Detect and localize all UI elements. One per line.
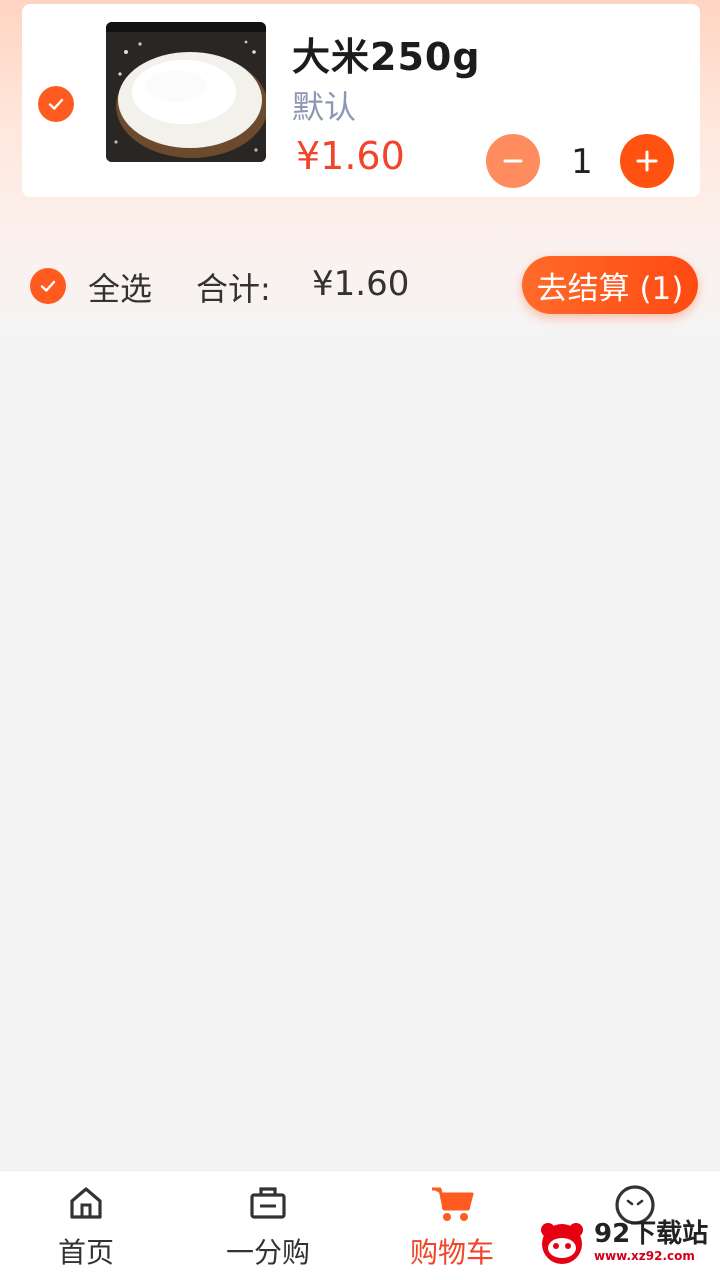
- home-icon: [70, 1187, 102, 1219]
- minus-icon: [503, 159, 523, 163]
- tab-one-cent-buy[interactable]: 一分购: [178, 1177, 358, 1277]
- rice-bowl-image: [106, 22, 266, 162]
- product-spec: 默认: [292, 88, 357, 126]
- quantity-value: 1: [571, 142, 593, 182]
- product-name[interactable]: 大米250g: [292, 26, 481, 81]
- select-all-checkbox[interactable]: [30, 268, 66, 304]
- quantity-decrease-button[interactable]: [486, 134, 540, 188]
- product-price: ¥1.60: [296, 134, 405, 178]
- tab-home-label: 首页: [57, 1236, 114, 1269]
- item-select-checkbox[interactable]: [38, 86, 74, 122]
- total-label: 合计:: [196, 270, 271, 308]
- watermark-url: www.xz92.com: [594, 1249, 695, 1263]
- check-icon: [48, 98, 64, 110]
- watermark-logo: 92下载站 www.xz92.com: [536, 1212, 716, 1272]
- quantity-increase-button[interactable]: [620, 134, 674, 188]
- watermark-title: 92下载站: [594, 1219, 709, 1249]
- shop-icon: [250, 1187, 286, 1219]
- cart-item-card: 大米250g 默认 ¥1.60 1: [22, 4, 700, 197]
- checkout-button[interactable]: 去结算 (1): [522, 256, 698, 314]
- total-amount: ¥1.60: [312, 264, 410, 304]
- tab-cart-label: 购物车: [409, 1236, 494, 1269]
- tab-cart[interactable]: 购物车: [362, 1177, 542, 1277]
- tab-one-cent-buy-label: 一分购: [225, 1236, 310, 1269]
- plus-icon: [636, 150, 658, 172]
- watermark-mascot-icon: [541, 1223, 583, 1264]
- product-image[interactable]: [106, 22, 266, 162]
- select-all-label[interactable]: 全选: [88, 264, 152, 310]
- check-icon: [40, 280, 56, 292]
- cart-icon: [432, 1187, 474, 1221]
- tab-home[interactable]: 首页: [0, 1177, 176, 1277]
